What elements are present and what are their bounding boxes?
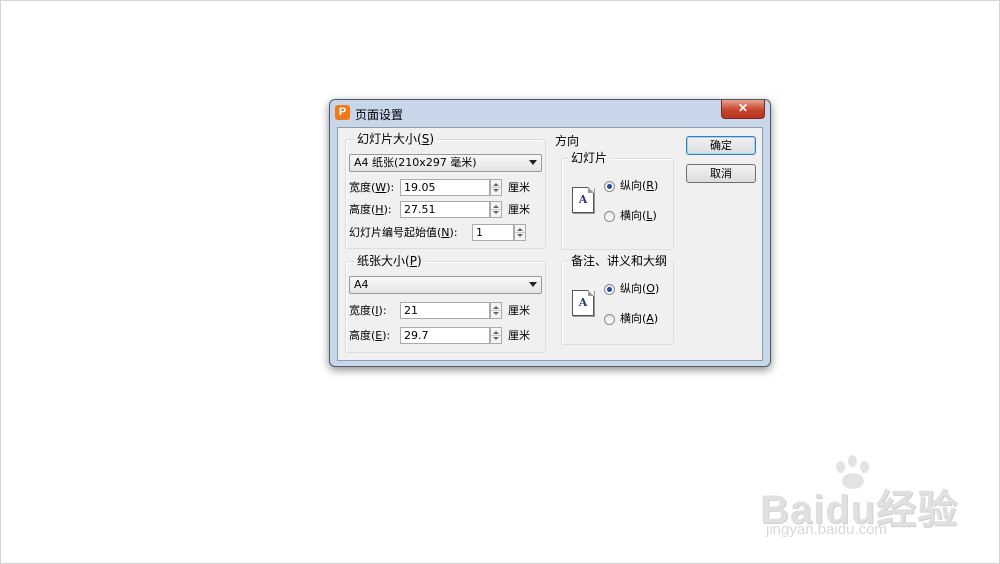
slide-start-number-input[interactable] — [472, 224, 514, 241]
dialog-title: 页面设置 — [355, 108, 404, 122]
chevron-down-icon — [529, 160, 537, 165]
wps-presentation-icon: P — [335, 105, 350, 120]
paper-size-group-title: 纸张大小(P) — [354, 254, 425, 268]
paper-height-input[interactable] — [400, 327, 490, 344]
slide-width-label: 宽度(W): — [349, 181, 395, 194]
slides-landscape-radio[interactable] — [604, 211, 615, 222]
notes-landscape-radio[interactable] — [604, 314, 615, 325]
slide-start-number-spinner[interactable] — [514, 224, 526, 241]
slides-portrait-radio[interactable] — [604, 181, 615, 192]
paper-width-spinner[interactable] — [490, 302, 502, 319]
slide-height-spinner[interactable] — [490, 201, 502, 218]
paper-height-spinner[interactable] — [490, 327, 502, 344]
watermark-url: jingyan.baidu.com — [766, 521, 887, 538]
paper-size-dropdown[interactable]: A4 — [349, 276, 542, 294]
notes-portrait-label[interactable]: 纵向(O) — [620, 282, 659, 296]
slide-size-group: 幻灯片大小(S) A4 纸张(210x297 毫米) 宽度(W): 厘米 高度(… — [345, 132, 546, 249]
slide-start-number-label: 幻灯片编号起始值(N): — [349, 226, 458, 239]
ok-button[interactable]: 确定 — [686, 136, 756, 155]
notes-orientation-group: 备注、讲义和大纲 A 纵向(O) 横向(A) — [561, 254, 674, 345]
paper-size-group: 纸张大小(P) A4 宽度(I): 厘米 高度(E): 厘米 — [345, 254, 546, 353]
orientation-title: 方向 — [555, 134, 580, 148]
slide-size-dropdown[interactable]: A4 纸张(210x297 毫米) — [349, 154, 542, 172]
slides-orientation-title: 幻灯片 — [568, 151, 611, 165]
slides-landscape-label[interactable]: 横向(L) — [620, 209, 657, 223]
slide-size-group-title: 幻灯片大小(S) — [354, 132, 438, 146]
paper-width-label: 宽度(I): — [349, 304, 387, 317]
notes-orientation-title: 备注、讲义和大纲 — [568, 254, 671, 268]
slide-height-input[interactable] — [400, 201, 490, 218]
paper-width-input[interactable] — [400, 302, 490, 319]
paper-height-unit: 厘米 — [508, 329, 530, 342]
slide-width-input[interactable] — [400, 179, 490, 196]
dialog-client-area: 幻灯片大小(S) A4 纸张(210x297 毫米) 宽度(W): 厘米 高度(… — [337, 127, 763, 361]
notes-portrait-radio[interactable] — [604, 284, 615, 295]
paper-height-label: 高度(E): — [349, 329, 391, 342]
chevron-down-icon — [529, 282, 537, 287]
slide-width-spinner[interactable] — [490, 179, 502, 196]
portrait-page-icon: A — [572, 187, 594, 213]
slides-portrait-label[interactable]: 纵向(R) — [620, 179, 658, 193]
paper-size-selected-value: A4 — [354, 278, 369, 291]
notes-landscape-label[interactable]: 横向(A) — [620, 312, 658, 326]
baidu-jingyan-watermark: Baidu经验 jingyan.baidu.com — [760, 455, 960, 545]
paper-width-unit: 厘米 — [508, 304, 530, 317]
slide-height-label: 高度(H): — [349, 203, 392, 216]
cancel-button[interactable]: 取消 — [686, 164, 756, 183]
slide-height-unit: 厘米 — [508, 203, 530, 216]
close-button[interactable]: ✕ — [721, 100, 765, 119]
page-setup-dialog: P 页面设置 ✕ 幻灯片大小(S) A4 纸张(210x297 毫米) 宽度(W… — [329, 99, 771, 367]
title-bar[interactable]: P 页面设置 ✕ — [330, 100, 770, 126]
slides-orientation-group: 幻灯片 A 纵向(R) 横向(L) — [561, 151, 674, 250]
slide-size-selected-value: A4 纸张(210x297 毫米) — [354, 156, 477, 169]
slide-width-unit: 厘米 — [508, 181, 530, 194]
portrait-page-icon: A — [572, 290, 594, 316]
